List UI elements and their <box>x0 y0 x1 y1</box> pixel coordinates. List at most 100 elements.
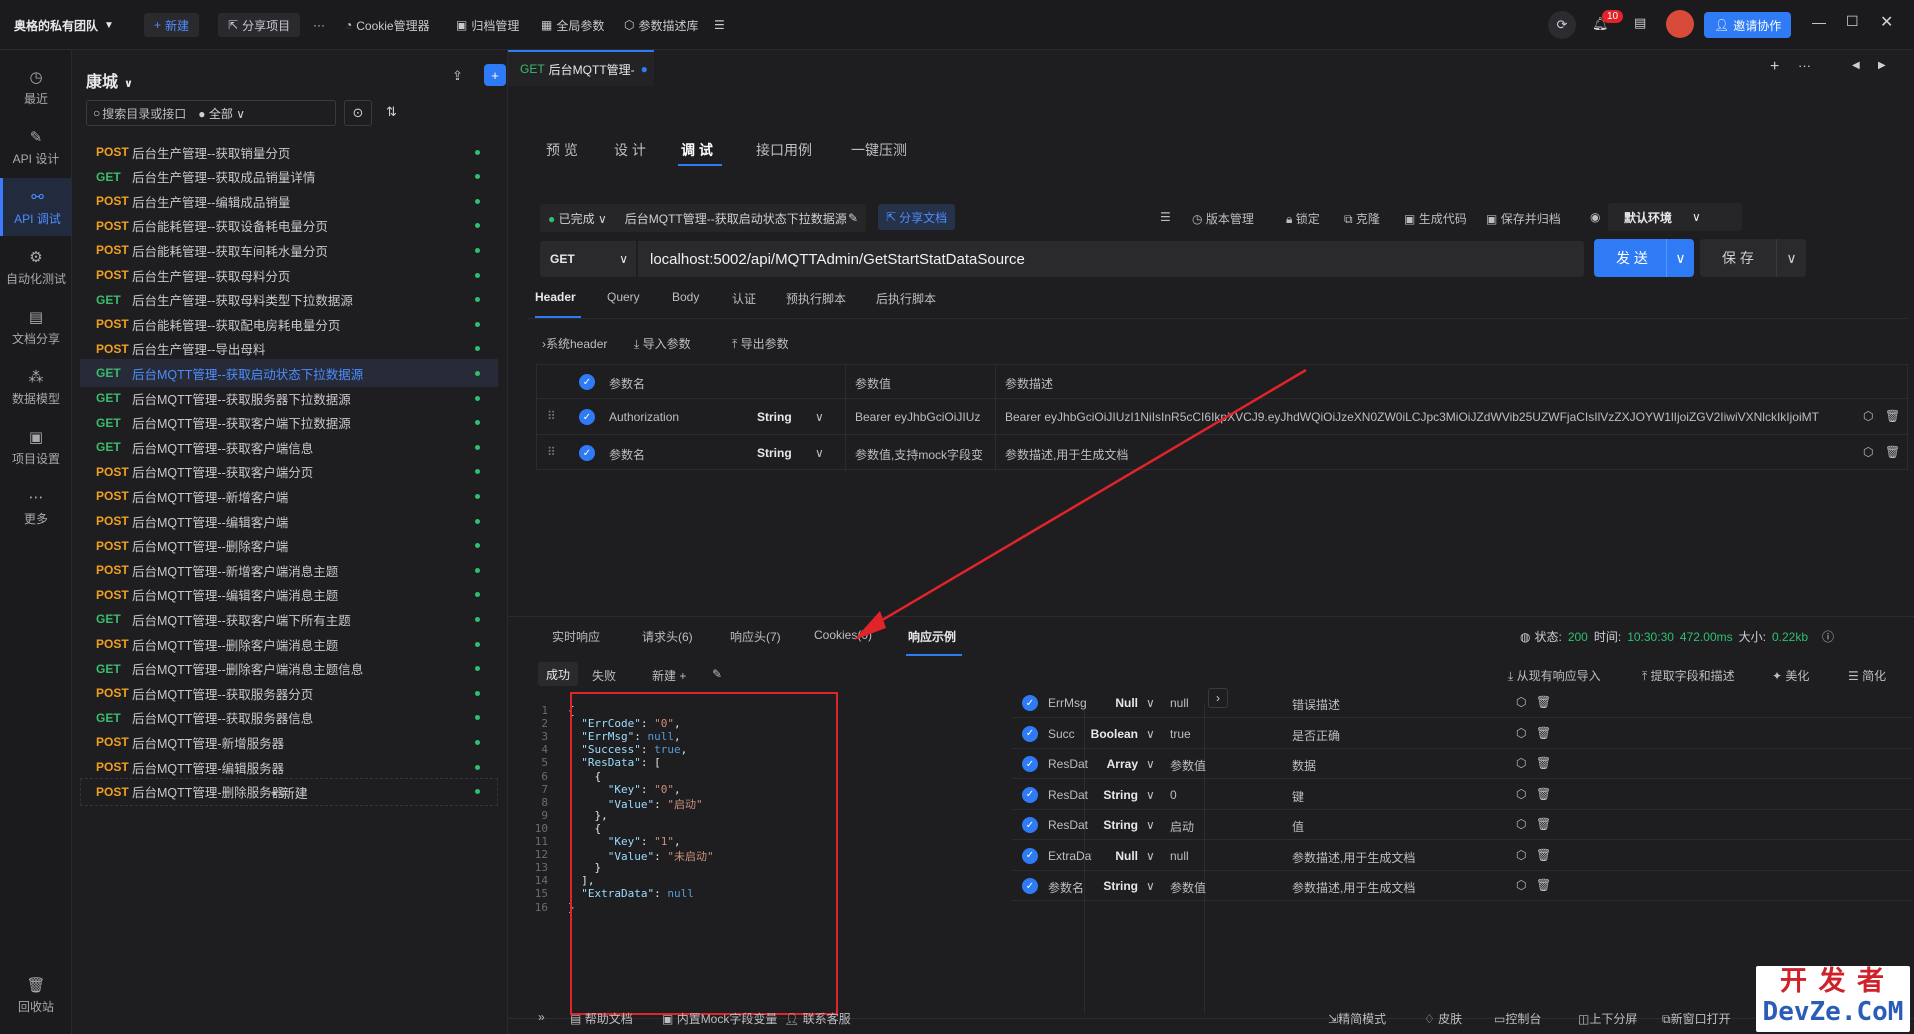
clone-button[interactable]: ⧉ 克隆 <box>1344 210 1380 227</box>
align-icon[interactable]: ☰ <box>1160 210 1171 224</box>
row-checkbox[interactable]: ✓ <box>579 409 595 425</box>
doc-tab[interactable]: GET 后台MQTT管理- ● <box>508 50 654 86</box>
field-name[interactable]: ErrMsg <box>1048 696 1092 710</box>
beautify-button[interactable]: ✦ 美化 <box>1772 667 1809 684</box>
tab-success-example[interactable]: 成功 <box>538 662 579 686</box>
param-type[interactable]: String <box>757 446 792 460</box>
tab-cookies[interactable]: Cookies(0) <box>814 628 872 642</box>
tab-fail-example[interactable]: 失败 <box>592 667 616 684</box>
tab-post-script[interactable]: 后执行脚本 <box>876 290 936 307</box>
nav-doc-share[interactable]: ▤ 文档分享 <box>0 298 72 356</box>
field-desc[interactable]: 值 <box>1292 818 1492 835</box>
next-tab-icon[interactable]: ▶ <box>1878 60 1886 71</box>
sync-icon[interactable]: ⟳ <box>1548 11 1576 39</box>
save-button[interactable]: 保 存 ∨ <box>1700 239 1806 277</box>
console-button[interactable]: ▭控制台 <box>1494 1010 1541 1027</box>
import-response-button[interactable]: ⤓ 从现有响应导入 <box>1508 667 1601 684</box>
archive-button[interactable]: ▣ 归档管理 <box>456 13 519 37</box>
lock-button[interactable]: 🔒︎ 锁定 <box>1286 210 1320 227</box>
edit-icon[interactable]: ✎ <box>848 211 858 225</box>
tab-pre-script[interactable]: 预执行脚本 <box>786 290 846 307</box>
param-value[interactable]: Bearer eyJhbGciOiJIUz <box>855 410 987 424</box>
global-params-button[interactable]: ▦ 全局参数 <box>541 13 604 37</box>
param-desc[interactable]: Bearer eyJhbGciOiJIUzI1NiIsInR5cCI6IkpXV… <box>1005 410 1855 424</box>
new-button[interactable]: + 新建 <box>144 13 200 37</box>
support-button[interactable]: 👤︎ 联系客服 <box>784 1010 851 1027</box>
field-type[interactable]: Null <box>1090 849 1138 863</box>
env-select[interactable]: 默认环境 ∨ <box>1608 203 1742 231</box>
eye-icon[interactable]: ◉ <box>1590 210 1600 224</box>
project-switcher[interactable]: 康城 ∨ <box>86 68 133 92</box>
delete-icon[interactable]: 🗑︎ <box>1885 445 1900 459</box>
field-value[interactable]: 参数值 <box>1170 879 1280 896</box>
delete-icon[interactable]: 🗑︎ <box>1536 695 1551 709</box>
cube-icon[interactable]: ⬡ <box>1863 445 1873 459</box>
chevron-down-icon[interactable]: ∨ <box>815 446 824 460</box>
param-name[interactable]: Authorization <box>609 410 739 424</box>
field-type[interactable]: String <box>1090 879 1138 893</box>
gen-code-button[interactable]: ▣ 生成代码 <box>1404 210 1467 227</box>
maximize-icon[interactable]: ☐ <box>1846 13 1859 30</box>
filter-select[interactable]: ● 全部 ∨ <box>198 105 245 122</box>
new-api-button[interactable]: + 新建 <box>80 778 498 806</box>
nav-more[interactable]: ⋯ 更多 <box>0 478 72 536</box>
delete-icon[interactable]: 🗑︎ <box>1885 409 1900 423</box>
field-type[interactable]: Null <box>1090 696 1138 710</box>
expand-icon[interactable]: » <box>538 1010 545 1024</box>
cookie-manager-button[interactable]: ◔ Cookie管理器 <box>345 13 430 37</box>
field-desc[interactable]: 参数描述,用于生成文档 <box>1292 849 1492 866</box>
nav-api-debug[interactable]: ⚯ API 调试 <box>0 178 72 236</box>
param-value[interactable]: 参数值,支持mock字段变 <box>855 446 987 463</box>
tab-more-icon[interactable]: ··· <box>1798 58 1811 73</box>
field-type[interactable]: Array <box>1090 757 1138 771</box>
delete-icon[interactable]: 🗑︎ <box>1536 787 1551 801</box>
search-input[interactable]: 搜索目录或接口 <box>102 105 186 122</box>
avatar[interactable] <box>1666 10 1694 38</box>
cube-icon[interactable]: ⬡ <box>1516 848 1526 862</box>
tab-debug[interactable]: 调 试 <box>681 140 713 160</box>
tab-design[interactable]: 设 计 <box>614 140 646 160</box>
field-type[interactable]: String <box>1090 818 1138 832</box>
chevron-down-icon[interactable]: ∨ <box>1146 696 1155 710</box>
delete-icon[interactable]: 🗑︎ <box>1536 878 1551 892</box>
add-tab-icon[interactable]: + <box>1770 58 1779 76</box>
field-desc[interactable]: 错误描述 <box>1292 696 1492 713</box>
collapse-icon[interactable]: ⇅ <box>386 104 397 120</box>
param-name[interactable]: 参数名 <box>609 446 739 463</box>
locate-icon[interactable]: ⊙ <box>344 100 372 126</box>
chevron-down-icon[interactable]: ∨ <box>1666 239 1694 277</box>
help-doc-button[interactable]: ▤ 帮助文档 <box>570 1010 633 1027</box>
drag-handle-icon[interactable]: ⠿ <box>547 445 556 459</box>
row-checkbox[interactable]: ✓ <box>1022 817 1038 833</box>
cube-icon[interactable]: ⬡ <box>1516 726 1526 740</box>
tab-preview[interactable]: 预 览 <box>546 140 578 160</box>
chevron-down-icon[interactable]: ∨ <box>1146 788 1155 802</box>
simple-mode-button[interactable]: ⇲精简模式 <box>1328 1010 1386 1027</box>
row-checkbox[interactable]: ✓ <box>1022 878 1038 894</box>
nav-api-design[interactable]: ✎ API 设计 <box>0 118 72 176</box>
version-button[interactable]: ◷ 版本管理 <box>1192 210 1254 227</box>
param-desc[interactable]: 参数描述,用于生成文档 <box>1005 446 1855 463</box>
delete-icon[interactable]: 🗑︎ <box>1536 817 1551 831</box>
chevron-down-icon[interactable]: ∨ <box>1776 239 1806 277</box>
chevron-down-icon[interactable]: ∨ <box>1146 727 1155 741</box>
tab-response-headers[interactable]: 响应头(7) <box>730 628 781 645</box>
row-checkbox[interactable]: ✓ <box>1022 756 1038 772</box>
chevron-down-icon[interactable]: ∨ <box>1146 879 1155 893</box>
prev-tab-icon[interactable]: ◀ <box>1852 60 1860 71</box>
nav-automation[interactable]: ⚙ 自动化测试 <box>0 238 72 296</box>
field-type[interactable]: String <box>1090 788 1138 802</box>
row-checkbox[interactable]: ✓ <box>1022 786 1038 803</box>
url-input[interactable]: localhost:5002/api/MQTTAdmin/GetStartSta… <box>638 241 1584 277</box>
field-name[interactable]: ResDat <box>1048 818 1092 832</box>
field-value[interactable]: null <box>1170 849 1280 863</box>
tab-query[interactable]: Query <box>607 290 640 304</box>
nav-project-settings[interactable]: ▣ 项目设置 <box>0 418 72 476</box>
simplify-button[interactable]: ☰ 简化 <box>1848 667 1886 684</box>
field-name[interactable]: ResDat <box>1048 788 1092 802</box>
skin-button[interactable]: ♢ 皮肤 <box>1424 1010 1462 1027</box>
field-value[interactable]: null <box>1170 696 1280 710</box>
mock-vars-button[interactable]: ▣ 内置Mock字段变量 <box>662 1010 777 1027</box>
cube-icon[interactable]: ⬡ <box>1516 756 1526 770</box>
field-type[interactable]: Boolean <box>1090 727 1138 741</box>
